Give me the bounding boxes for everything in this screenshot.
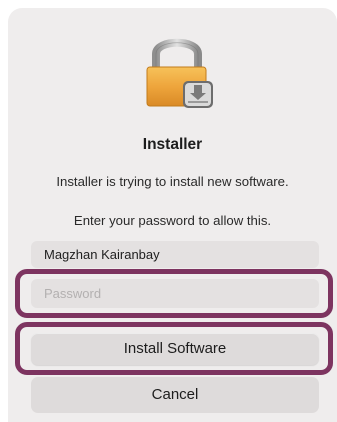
dialog-prompt: Enter your password to allow this.	[73, 213, 272, 228]
dialog-message: Installer is trying to install new softw…	[56, 174, 289, 189]
install-arrow-icon	[183, 81, 213, 108]
username-field[interactable]: Magzhan Kairanbay	[31, 241, 319, 268]
padlock-icon	[136, 29, 218, 111]
cancel-button[interactable]: Cancel	[31, 377, 319, 413]
install-software-button[interactable]: Install Software	[31, 333, 319, 365]
dialog-title: Installer	[142, 136, 203, 153]
password-field[interactable]: Password	[31, 279, 319, 308]
